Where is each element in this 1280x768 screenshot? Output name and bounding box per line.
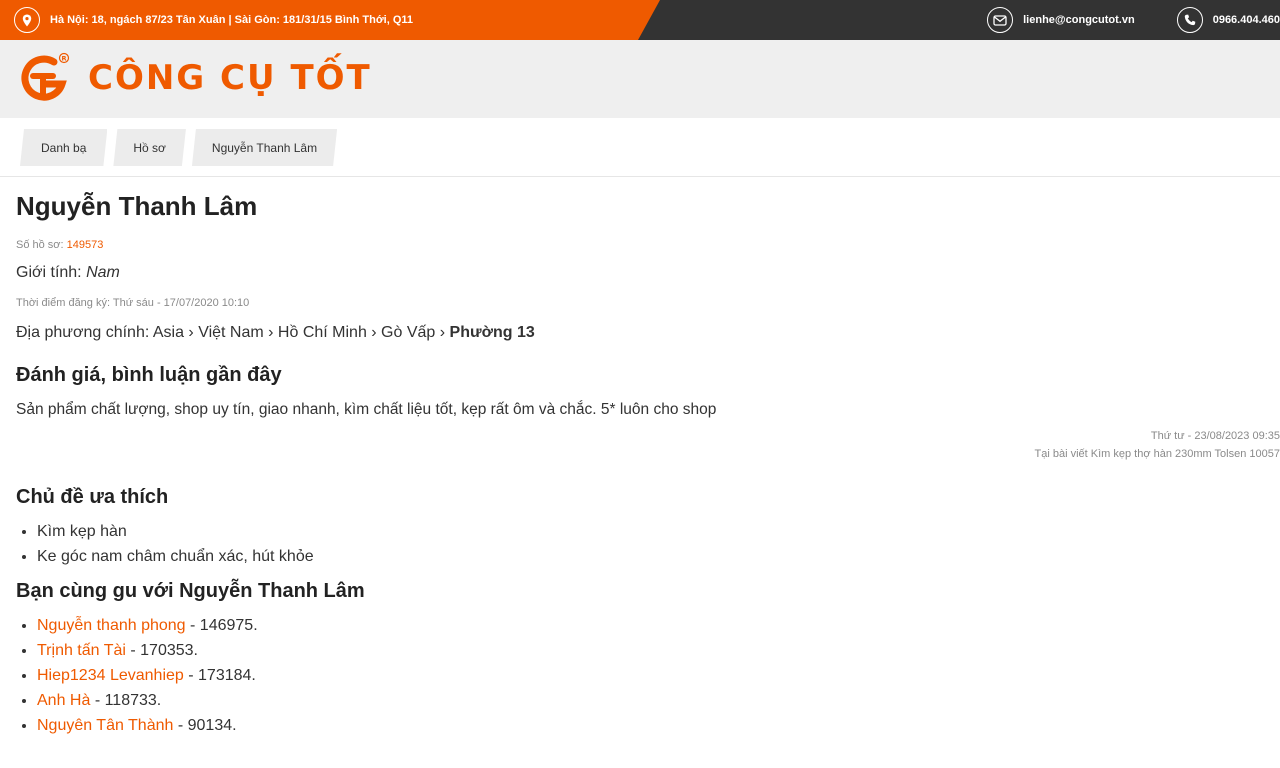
gender-row: Giới tính: Nam	[16, 264, 1264, 282]
review-text: Sản phẩm chất lượng, shop uy tín, giao n…	[16, 401, 717, 418]
review-date: Thứ tư - 23/08/2023 09:35	[1150, 430, 1280, 442]
page-title: Nguyễn Thanh Lâm	[16, 191, 258, 221]
friend-id: - 146975.	[185, 617, 258, 634]
topics-heading: Chủ đề ưa thích	[16, 486, 169, 508]
profile-id-value: 149573	[66, 239, 104, 251]
gender-value: Nam	[86, 264, 120, 281]
list-item: Nguyên Tân Thành - 90134.	[37, 713, 1264, 738]
list-item: Trịnh tấn Tài - 170353.	[37, 638, 1264, 663]
list-item: Nguyễn thanh phong - 146975.	[37, 613, 1264, 638]
profile-id-label: Số hồ sơ:	[16, 239, 64, 251]
email-link[interactable]: lienhe@congcutot.vn	[987, 7, 1135, 33]
friend-link[interactable]: Nguyên Tân Thành	[37, 717, 173, 734]
friend-id: - 170353.	[125, 642, 198, 659]
friend-id: - 173184.	[183, 667, 256, 684]
friends-heading: Bạn cùng gu với Nguyễn Thanh Lâm	[16, 580, 365, 602]
address-text: Hà Nội: 18, ngách 87/23 Tân Xuân | Sài G…	[50, 14, 414, 26]
location-path: Asia › Việt Nam › Hồ Chí Minh › Gò Vấp ›	[152, 324, 446, 341]
profile-content: Nguyễn Thanh Lâm Số hồ sơ: 149573 Giới t…	[0, 191, 1280, 738]
friends-list: Nguyễn thanh phong - 146975. Trịnh tấn T…	[16, 613, 1264, 738]
list-item: Ke góc nam châm chuẩn xác, hút khỏe	[37, 544, 1264, 569]
site-logo[interactable]: R CÔNG CỤ TỐT	[16, 50, 372, 106]
breadcrumb-item-profiles[interactable]: Hồ sơ	[113, 129, 186, 166]
envelope-icon	[987, 7, 1014, 33]
phone-link[interactable]: 0966.404.460	[1176, 7, 1280, 33]
location-ward: Phường 13	[449, 324, 535, 341]
list-item: Kìm kẹp hàn	[37, 519, 1264, 544]
location-label: Địa phương chính:	[16, 324, 150, 341]
friend-id: - 90134.	[173, 717, 237, 734]
friend-id: - 118733.	[90, 692, 162, 709]
phone-text: 0966.404.460	[1212, 14, 1280, 26]
registration-time: Thời điểm đăng ký: Thứ sáu - 17/07/2020 …	[16, 297, 250, 309]
friend-link[interactable]: Hiep1234 Levanhiep	[37, 667, 184, 684]
breadcrumb-item-current[interactable]: Nguyễn Thanh Lâm	[192, 129, 337, 166]
topic-link[interactable]: Ke góc nam châm chuẩn xác, hút khỏe	[37, 548, 314, 565]
cct-logo-icon: R	[16, 50, 72, 106]
friend-link[interactable]: Trịnh tấn Tài	[37, 642, 126, 659]
friend-link[interactable]: Nguyễn thanh phong	[37, 617, 186, 634]
review-meta: Thứ tư - 23/08/2023 09:35 Tại bài viết K…	[16, 427, 1280, 463]
map-pin-icon	[14, 7, 40, 33]
address-info: Hà Nội: 18, ngách 87/23 Tân Xuân | Sài G…	[14, 0, 413, 40]
topics-list: Kìm kẹp hàn Ke góc nam châm chuẩn xác, h…	[16, 519, 1264, 569]
email-text: lienhe@congcutot.vn	[1023, 14, 1135, 26]
site-header: R CÔNG CỤ TỐT	[0, 40, 1280, 118]
location-row: Địa phương chính: Asia › Việt Nam › Hồ C…	[16, 324, 1264, 342]
top-bar: Hà Nội: 18, ngách 87/23 Tân Xuân | Sài G…	[0, 0, 1280, 40]
review-source-link[interactable]: Tại bài viết Kìm kẹp thợ hàn 230mm Tolse…	[1035, 448, 1280, 460]
gender-label: Giới tính:	[16, 264, 82, 281]
profile-id-row: Số hồ sơ: 149573	[16, 239, 1264, 251]
phone-icon	[1176, 7, 1203, 33]
list-item: Anh Hà - 118733.	[37, 688, 1264, 713]
contact-info: lienhe@congcutot.vn 0966.404.460	[987, 0, 1280, 40]
breadcrumb-item-directory[interactable]: Danh bạ	[20, 129, 107, 166]
brand-name: CÔNG CỤ TỐT	[88, 58, 372, 98]
reviews-heading: Đánh giá, bình luận gần đây	[16, 364, 282, 386]
topic-link[interactable]: Kìm kẹp hàn	[37, 523, 127, 540]
breadcrumb: Danh bạ Hồ sơ Nguyễn Thanh Lâm	[0, 118, 1280, 177]
friend-link[interactable]: Anh Hà	[37, 692, 90, 709]
svg-text:R: R	[61, 55, 66, 63]
list-item: Hiep1234 Levanhiep - 173184.	[37, 663, 1264, 688]
